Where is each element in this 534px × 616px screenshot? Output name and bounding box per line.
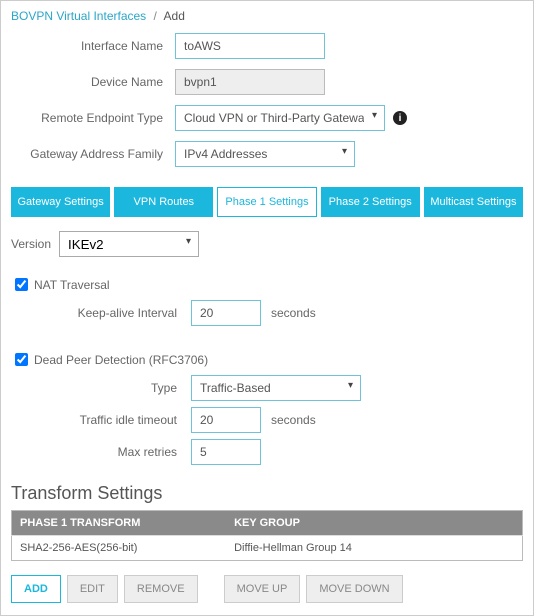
version-label: Version [11,237,51,251]
dpd-type-select[interactable]: Traffic-Based [191,375,361,401]
transform-table: PHASE 1 TRANSFORM KEY GROUP SHA2-256-AES… [11,510,523,561]
row-version: Version IKEv2 [11,231,523,257]
tab-phase1-settings[interactable]: Phase 1 Settings [217,187,316,217]
idle-timeout-input[interactable] [191,407,261,433]
table-header-row: PHASE 1 TRANSFORM KEY GROUP [12,511,523,536]
movedown-button[interactable]: MOVE DOWN [306,575,402,603]
nat-traversal-checkbox[interactable] [15,278,28,291]
dpd-type-label: Type [11,381,191,395]
max-retries-input[interactable] [191,439,261,465]
transform-heading: Transform Settings [11,483,523,504]
page-container: BOVPN Virtual Interfaces / Add Interface… [0,0,534,616]
device-name-input [175,69,325,95]
row-nat-traversal: NAT Traversal [11,275,523,294]
keepalive-label: Keep-alive Interval [11,306,191,320]
breadcrumb-current: Add [164,9,185,23]
info-icon[interactable]: i [393,111,407,125]
idle-timeout-unit: seconds [271,413,316,427]
device-name-label: Device Name [11,75,175,89]
interface-name-input[interactable] [175,33,325,59]
interface-name-label: Interface Name [11,39,175,53]
row-keepalive: Keep-alive Interval seconds [11,300,523,326]
row-device-name: Device Name [11,69,523,95]
row-dpd: Dead Peer Detection (RFC3706) [11,350,523,369]
button-row: ADD EDIT REMOVE MOVE UP MOVE DOWN [11,575,523,603]
version-select[interactable]: IKEv2 [59,231,199,257]
tab-gateway-settings[interactable]: Gateway Settings [11,187,110,217]
col-key-group: KEY GROUP [226,511,522,536]
row-idle-timeout: Traffic idle timeout seconds [11,407,523,433]
cell-transform: SHA2-256-AES(256-bit) [12,536,227,561]
row-max-retries: Max retries [11,439,523,465]
remote-endpoint-select[interactable]: Cloud VPN or Third-Party Gateway [175,105,385,131]
cell-keygroup: Diffie-Hellman Group 14 [226,536,522,561]
edit-button[interactable]: EDIT [67,575,118,603]
gateway-family-select[interactable]: IPv4 Addresses [175,141,355,167]
gateway-family-label: Gateway Address Family [11,147,175,161]
dpd-label: Dead Peer Detection (RFC3706) [34,353,208,367]
breadcrumb: BOVPN Virtual Interfaces / Add [11,9,523,23]
idle-timeout-label: Traffic idle timeout [11,413,191,427]
max-retries-label: Max retries [11,445,191,459]
col-phase1-transform: PHASE 1 TRANSFORM [12,511,227,536]
row-dpd-type: Type Traffic-Based [11,375,523,401]
moveup-button[interactable]: MOVE UP [224,575,301,603]
add-button[interactable]: ADD [11,575,61,603]
keepalive-input[interactable] [191,300,261,326]
tab-vpn-routes[interactable]: VPN Routes [114,187,213,217]
tab-phase2-settings[interactable]: Phase 2 Settings [321,187,420,217]
remote-endpoint-label: Remote Endpoint Type [11,111,175,125]
row-remote-endpoint: Remote Endpoint Type Cloud VPN or Third-… [11,105,523,131]
keepalive-unit: seconds [271,306,316,320]
remove-button[interactable]: REMOVE [124,575,198,603]
nat-traversal-label: NAT Traversal [34,278,110,292]
tab-bar: Gateway Settings VPN Routes Phase 1 Sett… [11,187,523,217]
table-row[interactable]: SHA2-256-AES(256-bit) Diffie-Hellman Gro… [12,536,523,561]
breadcrumb-sep: / [154,9,157,23]
row-gateway-family: Gateway Address Family IPv4 Addresses [11,141,523,167]
dpd-checkbox[interactable] [15,353,28,366]
tab-multicast-settings[interactable]: Multicast Settings [424,187,523,217]
row-interface-name: Interface Name [11,33,523,59]
breadcrumb-parent-link[interactable]: BOVPN Virtual Interfaces [11,9,146,23]
